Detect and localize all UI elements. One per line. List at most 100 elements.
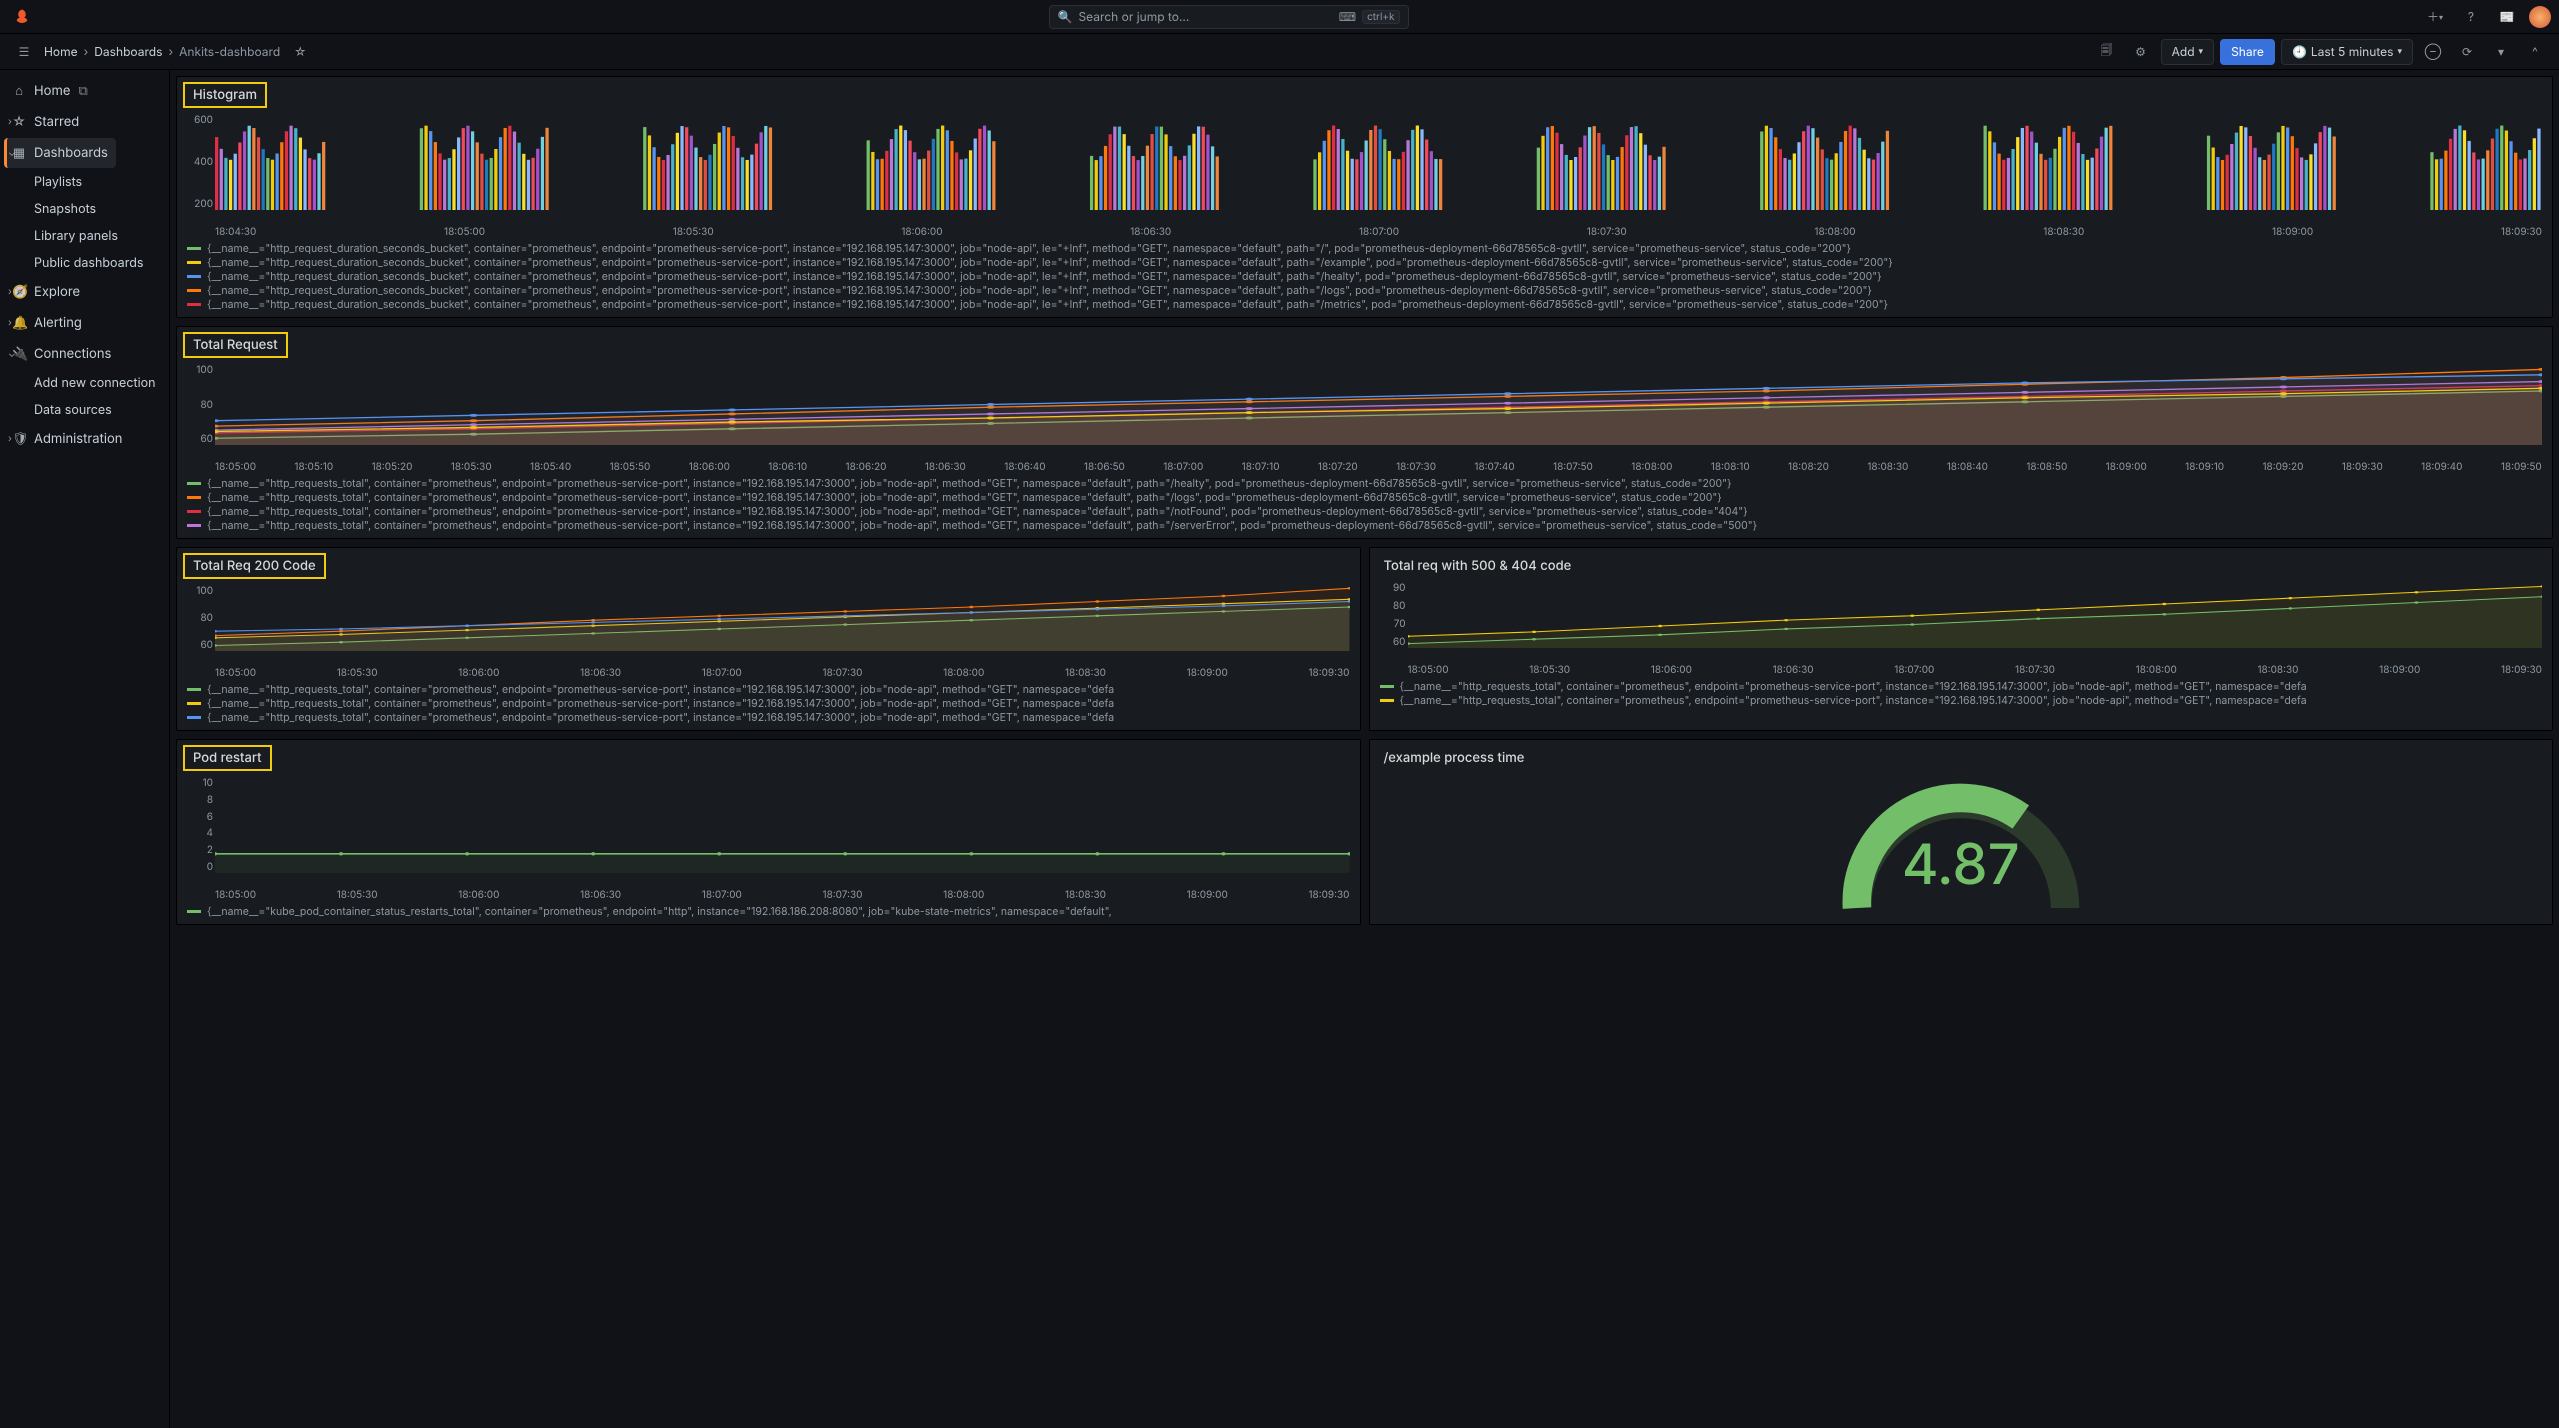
panel-histogram[interactable]: Histogram 600400200 18:04:3018:05:0018:0… bbox=[176, 76, 2553, 318]
legend: {__name__="http_requests_total", contain… bbox=[187, 683, 1350, 724]
panel-pod-restart[interactable]: Pod restart 1086420 18:05:0018:05:3018:0… bbox=[176, 739, 1361, 925]
breadcrumb-section[interactable]: Dashboards bbox=[94, 44, 162, 59]
legend-text: {__name__="http_requests_total", contain… bbox=[207, 711, 1114, 724]
legend-item[interactable]: {__name__="http_requests_total", contain… bbox=[187, 683, 1350, 696]
legend-item[interactable]: {__name__="http_request_duration_seconds… bbox=[187, 270, 2542, 283]
dashboards-icon: ▦ bbox=[12, 145, 26, 161]
sidebar-public-dashboards[interactable]: Public dashboards bbox=[4, 250, 165, 276]
search-placeholder: Search or jump to... bbox=[1078, 9, 1189, 24]
legend-item[interactable]: {__name__="http_requests_total", contain… bbox=[187, 697, 1350, 710]
sidebar-dashboards[interactable]: ▦Dashboards bbox=[4, 138, 116, 168]
total-request-plot bbox=[215, 364, 2542, 445]
add-icon[interactable]: ＋▾ bbox=[2421, 3, 2449, 31]
panel-example-process-time[interactable]: /example process time 4.87 bbox=[1369, 739, 2554, 925]
keyboard-icon: ⌨ bbox=[1339, 9, 1356, 24]
y-axis: 1008060 bbox=[187, 364, 213, 445]
y-axis: 600400200 bbox=[187, 114, 213, 210]
legend-item[interactable]: {__name__="http_requests_total", contain… bbox=[187, 491, 2542, 504]
panel-title-req-500-404: Total req with 500 & 404 code bbox=[1380, 556, 1576, 576]
legend-text: {__name__="http_requests_total", contain… bbox=[1400, 680, 2307, 693]
search-icon: 🔍 bbox=[1058, 9, 1073, 24]
news-icon[interactable]: 📰 bbox=[2493, 3, 2521, 31]
legend-item[interactable]: {__name__="http_request_duration_seconds… bbox=[187, 284, 2542, 297]
panel-req-500-404[interactable]: Total req with 500 & 404 code 90807060 1… bbox=[1369, 547, 2554, 731]
y-axis: 90807060 bbox=[1380, 582, 1406, 648]
sidebar-snapshots[interactable]: Snapshots bbox=[4, 196, 165, 222]
refresh-icon[interactable]: ⟳ bbox=[2453, 38, 2481, 66]
legend: {__name__="http_request_duration_seconds… bbox=[187, 242, 2542, 311]
legend-text: {__name__="http_requests_total", contain… bbox=[207, 505, 1748, 518]
panel-title-total-request: Total Request bbox=[183, 332, 288, 358]
legend-text: {__name__="http_request_duration_seconds… bbox=[207, 298, 1888, 311]
sidebar-home[interactable]: ⌂Home⧉ bbox=[4, 76, 96, 106]
legend-swatch bbox=[187, 496, 201, 499]
sub-bar: ☰ Home › Dashboards › Ankits-dashboard ☆… bbox=[0, 34, 2559, 70]
grafana-logo-icon[interactable] bbox=[8, 3, 36, 31]
sidebar: ⌂Home⧉ ›☆Starred ⌄▦Dashboards Playlists … bbox=[0, 70, 170, 1428]
legend-item[interactable]: {__name__="http_request_duration_seconds… bbox=[187, 256, 2542, 269]
sidebar-alerting[interactable]: 🔔Alerting bbox=[4, 308, 90, 338]
legend-item[interactable]: {__name__="http_requests_total", contain… bbox=[1380, 694, 2543, 707]
legend-item[interactable]: {__name__="http_requests_total", contain… bbox=[187, 711, 1350, 724]
legend-swatch bbox=[187, 688, 201, 691]
sidebar-explore[interactable]: 🧭Explore bbox=[4, 277, 88, 307]
global-search[interactable]: 🔍 Search or jump to... ⌨ ctrl+k bbox=[1049, 5, 1409, 29]
sidebar-connections[interactable]: 🔌Connections bbox=[4, 339, 119, 369]
y-axis: 1008060 bbox=[187, 585, 213, 651]
menu-icon[interactable]: ☰ bbox=[10, 38, 38, 66]
legend-swatch bbox=[187, 716, 201, 719]
legend-swatch bbox=[1380, 685, 1394, 688]
legend-text: {__name__="http_requests_total", contain… bbox=[207, 477, 1731, 490]
top-bar: 🔍 Search or jump to... ⌨ ctrl+k ＋▾ ? 📰 bbox=[0, 0, 2559, 34]
legend-swatch bbox=[187, 275, 201, 278]
sidebar-library-panels[interactable]: Library panels bbox=[4, 223, 165, 249]
sidebar-add-new-connection[interactable]: Add new connection bbox=[4, 370, 165, 396]
legend-item[interactable]: {__name__="http_requests_total", contain… bbox=[187, 477, 2542, 490]
legend-swatch bbox=[187, 702, 201, 705]
share-button[interactable]: Share bbox=[2220, 39, 2275, 65]
legend-swatch bbox=[187, 247, 201, 250]
sidebar-playlists[interactable]: Playlists bbox=[4, 169, 165, 195]
x-axis: 18:04:3018:05:0018:05:3018:06:0018:06:30… bbox=[187, 224, 2542, 238]
save-icon[interactable]: 🗐 bbox=[2093, 38, 2121, 66]
legend-item[interactable]: {__name__="http_requests_total", contain… bbox=[187, 505, 2542, 518]
breadcrumb-home[interactable]: Home bbox=[44, 44, 78, 59]
sidebar-starred[interactable]: ☆Starred bbox=[4, 107, 87, 137]
breadcrumb-page[interactable]: Ankits-dashboard bbox=[179, 44, 280, 59]
legend-item[interactable]: {__name__="http_request_duration_seconds… bbox=[187, 298, 2542, 311]
help-icon[interactable]: ? bbox=[2457, 3, 2485, 31]
legend-item[interactable]: {__name__="http_request_duration_seconds… bbox=[187, 242, 2542, 255]
legend: {__name__="http_requests_total", contain… bbox=[1380, 680, 2543, 707]
bell-icon: 🔔 bbox=[12, 315, 26, 331]
legend-text: {__name__="http_requests_total", contain… bbox=[207, 683, 1114, 696]
x-axis: 18:05:0018:05:3018:06:0018:06:3018:07:00… bbox=[1380, 662, 2543, 676]
legend-text: {__name__="http_requests_total", contain… bbox=[207, 697, 1114, 710]
add-button[interactable]: Add ▾ bbox=[2161, 39, 2215, 65]
star-icon[interactable]: ☆ bbox=[286, 38, 314, 66]
sidebar-administration[interactable]: 🛡Administration bbox=[4, 424, 130, 454]
legend-item[interactable]: {__name__="http_requests_total", contain… bbox=[187, 519, 2542, 532]
x-axis: 18:05:0018:05:3018:06:0018:06:3018:07:00… bbox=[187, 665, 1350, 679]
compass-icon: 🧭 bbox=[12, 284, 26, 300]
sidebar-data-sources[interactable]: Data sources bbox=[4, 397, 165, 423]
zoom-out-icon[interactable]: ⊖ bbox=[2419, 38, 2447, 66]
x-axis: 18:05:0018:05:1018:05:2018:05:3018:05:40… bbox=[187, 459, 2542, 473]
legend-text: {__name__="http_request_duration_seconds… bbox=[207, 284, 1872, 297]
legend-swatch bbox=[187, 261, 201, 264]
legend-item[interactable]: {__name__="http_requests_total", contain… bbox=[1380, 680, 2543, 693]
gauge-value: 4.87 bbox=[1902, 830, 2020, 898]
panel-title-pod-restart: Pod restart bbox=[183, 745, 272, 771]
home-icon: ⌂ bbox=[12, 83, 26, 99]
dock-icon[interactable]: ⧉ bbox=[78, 83, 87, 99]
refresh-interval-icon[interactable]: ▾ bbox=[2487, 38, 2515, 66]
histogram-svg bbox=[215, 114, 2542, 210]
settings-icon[interactable]: ⚙ bbox=[2127, 38, 2155, 66]
legend-swatch bbox=[187, 482, 201, 485]
panel-total-request[interactable]: Total Request 1008060 18:05:0018:05:1018… bbox=[176, 326, 2553, 539]
kiosk-icon[interactable]: ^ bbox=[2521, 38, 2549, 66]
user-avatar[interactable] bbox=[2529, 6, 2551, 28]
time-picker[interactable]: 🕘 Last 5 minutes ▾ bbox=[2281, 39, 2413, 65]
legend-text: {__name__="http_requests_total", contain… bbox=[1400, 694, 2307, 707]
legend-item[interactable]: {__name__="kube_pod_container_status_res… bbox=[187, 905, 1350, 918]
panel-total-req-200[interactable]: Total Req 200 Code 1008060 18:05:0018:05… bbox=[176, 547, 1361, 731]
